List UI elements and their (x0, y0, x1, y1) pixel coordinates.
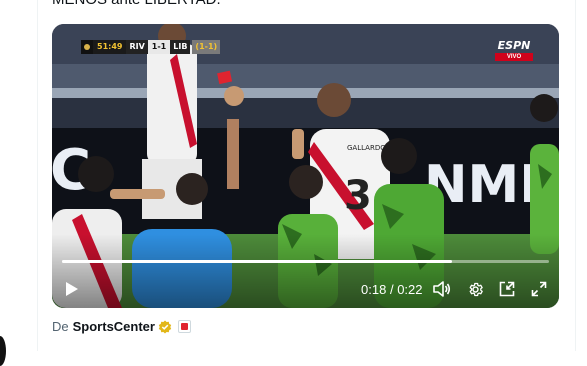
progress-fill (62, 260, 452, 263)
time-separator: / (389, 282, 394, 297)
attribution-source-link[interactable]: SportsCenter (73, 319, 155, 334)
timeline-divider-right (575, 0, 576, 351)
volume-icon (433, 281, 451, 297)
scorebug: 51:49 RIV 1-1 LIB (1-1) (81, 40, 221, 54)
match-clock: 51:49 (93, 40, 127, 54)
live-label: VIVO (495, 53, 533, 61)
fullscreen-icon (531, 281, 547, 297)
espn-logo: ESPN (497, 39, 531, 52)
duration: 0:22 (397, 282, 423, 297)
shirt-number: 3 (344, 173, 372, 219)
broadcaster-logo: ESPN VIVO (495, 40, 533, 61)
time-readout: 0:18 / 0:22 (361, 282, 423, 297)
gear-icon (469, 282, 483, 296)
shirt-name: GALLARDO (347, 144, 386, 152)
picture-in-picture-button[interactable] (497, 280, 517, 298)
tournament-logo-icon (81, 40, 93, 54)
away-team: LIB (170, 40, 191, 54)
tweet-text: MENOS ante LIBERTAD. (52, 0, 221, 8)
settings-button[interactable] (465, 280, 485, 298)
progress-bar[interactable] (62, 260, 549, 263)
attribution-prefix: De (52, 319, 69, 334)
current-time: 0:18 (361, 282, 387, 297)
verified-badge-icon (158, 320, 172, 334)
fullscreen-button[interactable] (529, 280, 549, 298)
home-team: RIV (126, 40, 148, 54)
video-attribution: De SportsCenter (52, 319, 191, 334)
score: 1-1 (147, 40, 171, 54)
play-icon (66, 282, 78, 296)
video-player[interactable]: C NMEB 3 GALLARDO (52, 24, 559, 308)
timeline-divider-left (37, 0, 38, 351)
volume-button[interactable] (432, 280, 452, 298)
play-button[interactable] (64, 280, 80, 298)
affiliate-badge-icon (177, 320, 191, 333)
aggregate-score: (1-1) (192, 40, 221, 54)
avatar[interactable] (0, 336, 6, 366)
picture-in-picture-icon (499, 281, 515, 297)
